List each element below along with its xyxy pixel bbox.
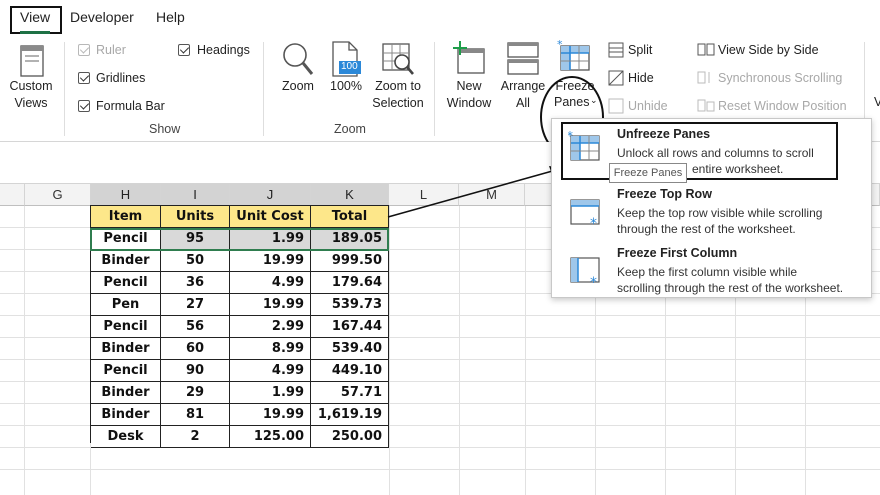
freeze-top-row-title: Freeze Top Row xyxy=(617,187,712,201)
freeze-top-row-desc-1: Keep the top row visible while scrolling xyxy=(617,206,823,220)
freeze-top-row-desc-2: through the rest of the worksheet. xyxy=(617,222,796,236)
freeze-panes-tooltip: Freeze Panes xyxy=(609,163,687,183)
freeze-first-column-title: Freeze First Column xyxy=(617,246,738,260)
menu-item-freeze-top-row[interactable]: * Freeze Top Row Keep the top row visibl… xyxy=(552,183,871,241)
menu-item-freeze-first-column[interactable]: * Freeze First Column Keep the first col… xyxy=(552,243,871,299)
freeze-top-row-icon: * xyxy=(568,195,602,227)
svg-text:*: * xyxy=(590,216,597,227)
svg-text:*: * xyxy=(590,275,597,287)
menu-item-unfreeze-panes[interactable]: * Unfreeze Panes Unlock all rows and col… xyxy=(552,119,871,181)
freeze-first-column-icon: * xyxy=(568,255,602,287)
excel-window: View Developer Help Custom Views Ruler G… xyxy=(0,0,880,495)
freeze-first-column-desc-2: scrolling through the rest of the worksh… xyxy=(617,281,844,295)
unfreeze-highlight-box xyxy=(561,122,838,180)
freeze-panes-menu: * Unfreeze Panes Unlock all rows and col… xyxy=(551,118,872,298)
freeze-first-column-desc-1: Keep the first column visible while xyxy=(617,265,798,279)
